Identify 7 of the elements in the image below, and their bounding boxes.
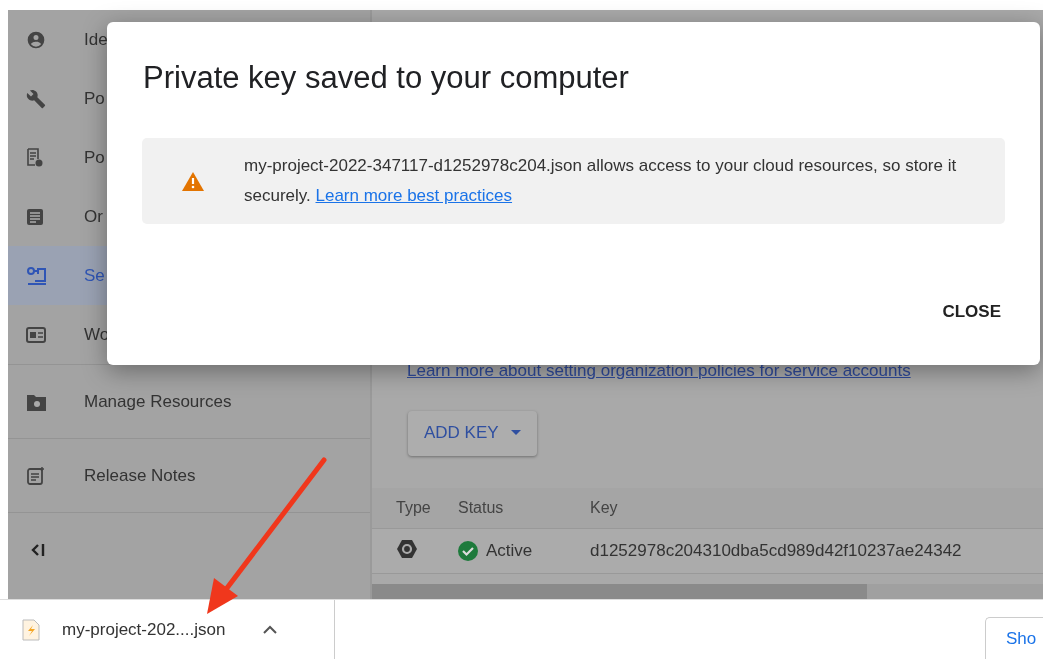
warning-message: my-project-2022-347117-d1252978c204.json allows access to your cloud resources, so store it securely. Learn more best practices xyxy=(244,155,958,207)
status-text: Active xyxy=(486,541,533,562)
key-id-cell: d1252978c204310dba5cd989d42f10237ae24342 xyxy=(590,541,962,562)
column-header: Status xyxy=(458,499,505,518)
column-header: Type xyxy=(395,499,432,518)
dialog-title: Private key saved to your computer xyxy=(143,60,630,96)
column-header: Key xyxy=(590,499,618,518)
